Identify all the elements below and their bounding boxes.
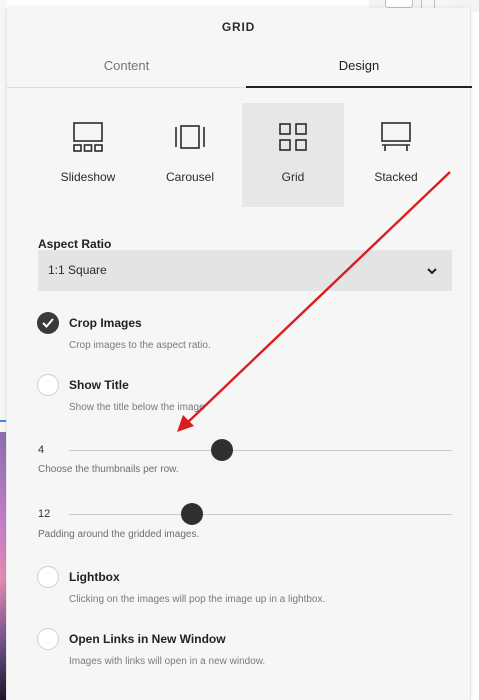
background-toolbar-button[interactable] [421, 0, 449, 8]
crop-images-title: Crop Images [69, 316, 142, 330]
padding-desc: Padding around the gridded images. [38, 529, 200, 540]
new-window-checkbox[interactable] [37, 628, 59, 650]
layout-label: Grid [281, 170, 305, 184]
slider-track[interactable] [69, 450, 452, 451]
layout-picker: Slideshow Carousel Grid Stacked [37, 103, 447, 207]
slider-thumb[interactable] [211, 439, 234, 461]
background-toolbar-button[interactable] [385, 0, 413, 8]
slider-value: 4 [38, 444, 45, 456]
lightbox-checkbox[interactable] [37, 566, 59, 588]
aspect-ratio-label: Aspect Ratio [38, 237, 112, 251]
slider-value: 12 [38, 508, 51, 520]
grid-settings-panel: GRID Content Design Slideshow Carousel G… [6, 8, 472, 700]
layout-option-grid[interactable]: Grid [242, 103, 344, 207]
layout-option-stacked[interactable]: Stacked [345, 103, 447, 207]
check-icon [42, 318, 54, 328]
lightbox-title: Lightbox [69, 570, 120, 584]
aspect-ratio-value: 1:1 Square [48, 263, 107, 277]
aspect-ratio-select[interactable]: 1:1 Square [38, 250, 452, 291]
layout-label: Carousel [165, 170, 215, 184]
slider-thumb[interactable] [180, 503, 203, 525]
new-window-title: Open Links in New Window [69, 632, 226, 646]
lightbox-desc: Clicking on the images will pop the imag… [69, 594, 326, 605]
tab-bar: Content Design [7, 46, 472, 88]
crop-images-checkbox[interactable] [37, 312, 59, 334]
crop-images-desc: Crop images to the aspect ratio. [69, 340, 211, 351]
thumbnails-per-row-desc: Choose the thumbnails per row. [38, 464, 179, 475]
padding-slider: 12 [38, 502, 452, 532]
slider-track[interactable] [69, 514, 452, 515]
show-title-checkbox[interactable] [37, 374, 59, 396]
layout-label: Stacked [374, 170, 418, 184]
tab-design[interactable]: Design [246, 46, 472, 88]
show-title-title: Show Title [69, 378, 129, 392]
show-title-desc: Show the title below the image [69, 402, 205, 413]
layout-label: Slideshow [60, 170, 116, 184]
tab-content[interactable]: Content [7, 46, 246, 88]
chevron-down-icon [426, 264, 438, 276]
panel-title: GRID [221, 20, 256, 34]
layout-option-carousel[interactable]: Carousel [139, 103, 241, 207]
layout-option-slideshow[interactable]: Slideshow [37, 103, 139, 207]
new-window-desc: Images with links will open in a new win… [69, 656, 266, 667]
